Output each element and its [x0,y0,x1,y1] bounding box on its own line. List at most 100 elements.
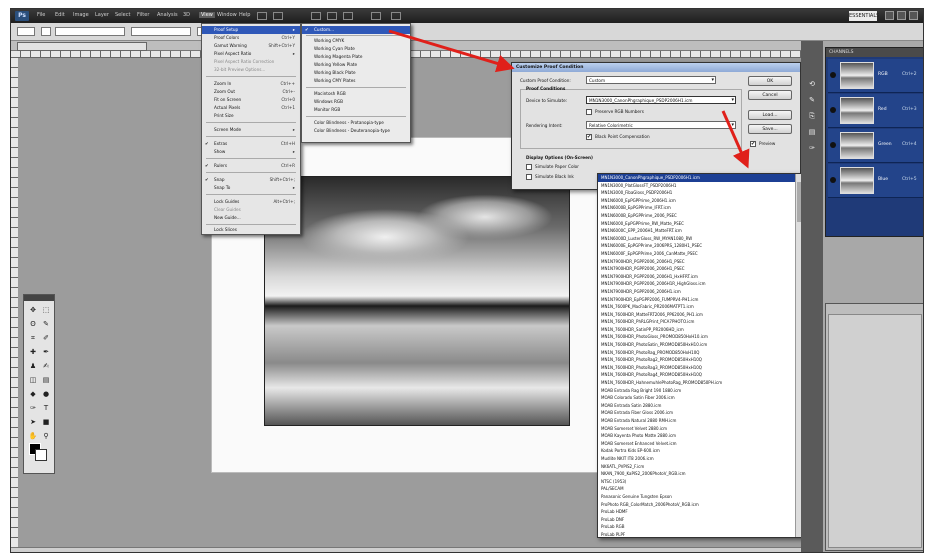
profile-list-item[interactable]: ProLab DNF [598,516,802,524]
menu-window[interactable]: Window [217,12,237,18]
minimize-icon[interactable] [885,11,894,20]
profile-list-item[interactable]: MN1N6000_EpPGPPrime_2006H1.icm [598,197,802,205]
tools-panel-header[interactable] [24,295,54,301]
rotate-view-icon[interactable] [343,12,353,20]
menu-item-pixel-aspect-ratio[interactable]: Pixel Aspect Ratio ▸ [202,50,300,58]
maximize-icon[interactable] [897,11,906,20]
profile-list-item[interactable]: ProLab RGB [598,523,802,531]
style-select[interactable] [131,27,191,36]
profile-list-item[interactable]: NK6ATL_PVPIS2_F.icm [598,463,802,471]
dodge-tool-icon[interactable]: ● [41,389,51,399]
profile-list-item[interactable]: MN1N7900HDR_EpPGPP2006_FUMPRV4-PH1.icm [598,296,802,304]
profile-list-item[interactable]: MN1N_7600HDR_PhotoSatin_PROMOD850HxH10.i… [598,341,802,349]
menu-item-pixel-aspect-correction[interactable]: Pixel Aspect Ratio Correction [202,58,300,66]
profile-list-item[interactable]: MOAB Somerset Velvet 2880.icm [598,425,802,433]
profile-list-item[interactable]: MN1N_7600HDR_PhotoRag_PROMOD850HxH10Q [598,349,802,357]
profile-list-item[interactable]: MN1N7900HDR_PGPP2006_2006H1_PSEC [598,265,802,273]
preview-checkbox[interactable]: ✔ [750,141,756,147]
crop-tool-icon[interactable]: ⌗ [28,333,38,343]
submenu-item-cmy-plates[interactable]: Working CMY Plates [302,77,410,85]
type-tool-icon[interactable]: T [41,403,51,413]
profile-list-item[interactable]: MN1N6000_EpPGPPrime_RW_Matte_PSEC [598,220,802,228]
arrange-documents-icon[interactable] [371,12,381,20]
submenu-item-mac-rgb[interactable]: Macintosh RGB [302,90,410,98]
menu-item-lock-slices[interactable]: Lock Slices [202,226,300,234]
profile-list-item[interactable]: MN1N6000B_EpPGPPrime_IFRT.icm [598,204,802,212]
visibility-eye-icon[interactable] [830,107,836,113]
channel-green[interactable]: Green Ctrl+4 [828,129,923,163]
simulate-paper-checkbox[interactable] [526,164,532,170]
profile-list-item[interactable]: MN1N7900HDR_PGPP2006_2006H1.icm [598,288,802,296]
profile-list-item[interactable]: MN1N_7600HDR_MatteFRT2006_PP62006_PH1.ic… [598,311,802,319]
marquee-tool-icon[interactable]: ⬚ [41,305,51,315]
profile-list-item[interactable]: MOAB Entrada Fiber Gloss 2006.icm [598,409,802,417]
background-color-swatch[interactable] [35,449,47,461]
profile-list-item[interactable]: MN1N7900HDR_PGPP2006_2006H1R_HighGloss.i… [598,280,802,288]
menu-select[interactable]: Select [115,12,130,18]
menu-item-zoom-out[interactable]: Zoom Out Ctrl+- [202,88,300,96]
blur-tool-icon[interactable]: ◆ [28,389,38,399]
menu-item-fit-on-screen[interactable]: Fit on Screen Ctrl+0 [202,96,300,104]
hand-tool-icon[interactable] [311,12,321,20]
submenu-item-windows-rgb[interactable]: Windows RGB [302,98,410,106]
menu-view[interactable]: View [199,12,215,18]
healing-brush-tool-icon[interactable]: ✚ [28,347,38,357]
menu-item-actual-pixels[interactable]: Actual Pixels Ctrl+1 [202,104,300,112]
profile-list-item[interactable]: MN1N6000F_EpPGPPrime_2006_CanMatte_PSEC [598,250,802,258]
menu-item-extras[interactable]: ✔ Extras Ctrl+H [202,140,300,148]
screen-mode-icon[interactable] [391,12,401,20]
menu-item-snap-to[interactable]: Snap To ▸ [202,184,300,192]
profile-list-item[interactable]: MN1N6000B_EpPGPPrime_2006_PSEC [598,212,802,220]
bridge-icon[interactable] [257,12,267,20]
profile-list-item[interactable]: MOAB Entrada Rag Bright 190 1880.icm [598,387,802,395]
brush-panel-icon[interactable]: ✎ [806,95,818,105]
submenu-item-deuteranopia[interactable]: Color Blindness - Deuteranopia-type [302,127,410,135]
workspace-switcher[interactable]: ESSENTIALS [849,11,879,21]
channels-panel-title[interactable]: CHANNELS [826,48,923,57]
submenu-item-custom[interactable]: ✔ Custom... [302,26,410,34]
menu-item-gamut-warning[interactable]: Gamut Warning Shift+Ctrl+Y [202,42,300,50]
layers-panel-icon[interactable]: ▤ [806,127,818,137]
profile-list-item[interactable]: Kodak Portra Kids EP-600.icm [598,447,802,455]
profile-list-item[interactable]: MN1N6000E_EpPGPPrime_2006PRS_1280H1_PSEC [598,242,802,250]
clone-stamp-tool-icon[interactable]: ♟ [28,361,38,371]
menu-analysis[interactable]: Analysis [157,12,178,18]
profile-list-item[interactable]: MOAB Entrada Natural 2880 RMH.icm [598,417,802,425]
menu-item-proof-colors[interactable]: Proof Colors Ctrl+Y [202,34,300,42]
profile-list-item[interactable]: MN1N_7600HDR_PhotoRag3_PROMOD850HxH10Q [598,364,802,372]
history-brush-tool-icon[interactable]: ✍ [41,361,51,371]
visibility-eye-icon[interactable] [830,72,836,78]
profile-list-item[interactable]: ProLab PLPF [598,531,802,537]
channel-blue[interactable]: Blue Ctrl+5 [828,164,923,198]
feather-field[interactable] [55,27,125,36]
profile-list-item[interactable]: MN1N_7600HDR_HahnemuhlePhotoRag_PROMOD85… [598,379,802,387]
profile-list-item[interactable]: MN1N3000_PlatGlossFT_PSDP2006H1 [598,182,802,190]
document-tab[interactable] [17,42,147,51]
lasso-tool-icon[interactable]: ʘ [28,319,38,329]
clone-source-panel-icon[interactable]: ⎘ [806,111,818,121]
profile-list-item[interactable]: MN1N3000_FibaGloss_PSDP2006H1 [598,189,802,197]
history-panel-icon[interactable]: ⟲ [806,79,818,89]
channel-rgb[interactable]: RGB Ctrl+2 [828,59,923,93]
close-icon[interactable] [909,11,918,20]
profile-list-item[interactable]: MOAB Kayenta Photo Matte 2880.icm [598,432,802,440]
tool-preset-picker[interactable] [17,27,35,36]
profile-list-item[interactable]: Mudlite NKIT IT8 2006.icm [598,455,802,463]
profile-list-item[interactable]: PAL/SECAM [598,485,802,493]
profile-list-item[interactable]: NKAN_7900_KaPIS2_2006PhotoV_RGB.icm [598,470,802,478]
profile-list-item[interactable]: Panasonic Genuine Tungsten Epson [598,493,802,501]
profile-list-item[interactable]: MN1N_7600HDR_PhotoGloss_PROMOD850HxH10.i… [598,333,802,341]
menu-3d[interactable]: 3D [183,12,190,18]
save-button[interactable]: Save... [748,124,792,134]
menu-item-lock-guides[interactable]: Lock Guides Alt+Ctrl+; [202,198,300,206]
submenu-item-magenta-plate[interactable]: Working Magenta Plate [302,53,410,61]
profile-list-item[interactable]: MN1N6000C_EPP_2006H1_MatteFRT.icm [598,227,802,235]
profile-list-item[interactable]: MN1N_7600PK_MacFabric_PR2006MATPT1.icm [598,303,802,311]
bpc-checkbox[interactable]: ✔ [586,134,592,140]
profile-list-item[interactable]: MN1N7900HDR_PGPP2006_2006H1_HxHFRT.icm [598,273,802,281]
shape-tool-icon[interactable]: ■ [41,417,51,427]
path-select-tool-icon[interactable]: ➤ [28,417,38,427]
menu-help[interactable]: Help [239,12,250,18]
simulate-ink-checkbox[interactable] [526,174,532,180]
submenu-item-cyan-plate[interactable]: Working Cyan Plate [302,45,410,53]
